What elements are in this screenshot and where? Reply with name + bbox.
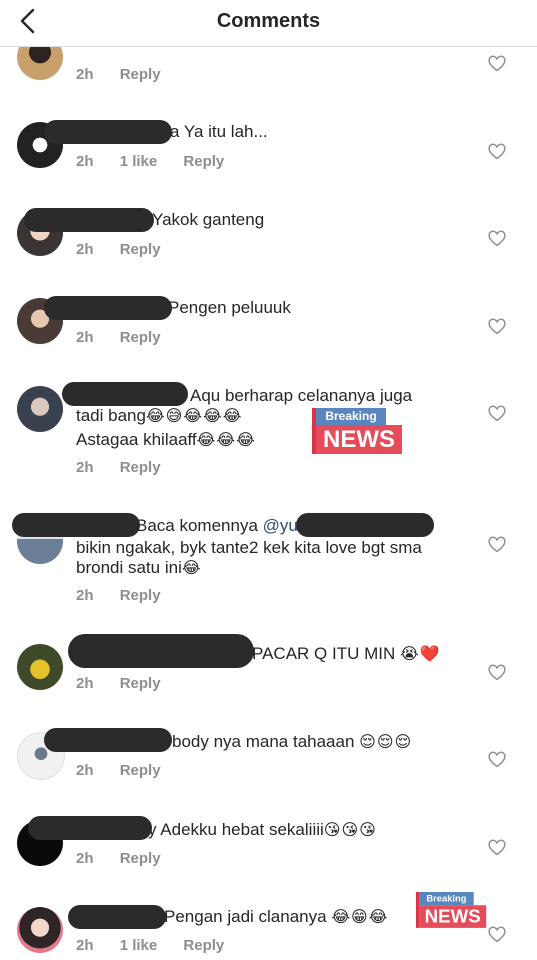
redacted-username [44, 728, 172, 752]
emoji-icons: 😂😂😂 [196, 432, 256, 449]
redacted-username [62, 382, 188, 406]
comment-time: 2h [76, 762, 94, 779]
heart-icon[interactable] [487, 54, 507, 72]
comment-time: 2h [76, 459, 94, 476]
comment-line: bikin ngakak, byk tante2 kek kita love b… [76, 538, 422, 557]
reply-button[interactable]: Reply [120, 587, 161, 604]
comment-time: 2h [76, 153, 94, 170]
comment-line: Aqu berharap celananya juga [190, 386, 413, 405]
breaking-news-sticker: Breaking NEWS [416, 892, 487, 928]
comment-text: Yakok ganteng [152, 210, 265, 229]
reply-button[interactable]: Reply [120, 762, 161, 779]
like-count[interactable]: 1 like [120, 153, 158, 170]
redacted-mention [296, 513, 434, 537]
comment-text: a Ya itu lah... [170, 122, 268, 141]
reply-button[interactable]: Reply [120, 850, 161, 867]
reply-button[interactable]: Reply [120, 459, 161, 476]
reply-button[interactable]: Reply [120, 241, 161, 258]
comment-line: Baca komennya [136, 516, 263, 535]
heart-icon[interactable] [487, 535, 507, 553]
heart-icon[interactable] [487, 142, 507, 160]
redacted-username [44, 120, 172, 144]
emoji-icons: 😌😌😌 [359, 734, 413, 751]
reply-button[interactable]: Reply [120, 675, 161, 692]
heart-icon[interactable] [487, 229, 507, 247]
redacted-username [44, 296, 172, 320]
comment-time: 2h [76, 241, 94, 258]
reply-button[interactable]: Reply [183, 937, 224, 954]
comment-text: Pengen peluuuk [168, 298, 291, 317]
mention-link[interactable]: @yu [263, 516, 298, 535]
comment-time: 2h [76, 66, 94, 83]
comment-text: body nya mana tahaaan [172, 732, 355, 751]
comment-time: 2h [76, 675, 94, 692]
comment-text: Pengan jadi clananya [164, 907, 327, 926]
heart-icon[interactable] [487, 838, 507, 856]
comment-line: brondi satu ini [76, 558, 182, 577]
header-bar: Comments [0, 0, 537, 47]
redacted-username [68, 905, 166, 929]
reply-button[interactable]: Reply [120, 329, 161, 346]
redacted-username [68, 634, 254, 668]
heart-icon[interactable] [487, 404, 507, 422]
heart-icon[interactable] [487, 663, 507, 681]
avatar[interactable] [17, 907, 63, 953]
comment-line: tadi bang [76, 406, 146, 425]
comment-text: PACAR Q ITU MIN [252, 644, 396, 663]
comment-time: 2h [76, 850, 94, 867]
emoji-icons: 😂😅😂😂😂 [145, 408, 243, 425]
comment-time: 2h [76, 587, 94, 604]
emoji-icons: 😘😘😘 [323, 822, 377, 839]
heart-icon[interactable] [487, 750, 507, 768]
avatar[interactable] [17, 644, 63, 690]
emoji-icons: 😭❤️ [399, 646, 441, 663]
page-title: Comments [216, 10, 321, 32]
breaking-news-sticker: Breaking NEWS [312, 408, 402, 454]
heart-icon[interactable] [487, 317, 507, 335]
avatar[interactable] [17, 386, 63, 432]
reply-button[interactable]: Reply [183, 153, 224, 170]
comment-line: Astagaa khilaaff [76, 430, 197, 449]
redacted-username [28, 816, 152, 840]
emoji-icons: 😂😁😂 [331, 909, 389, 926]
redacted-username [24, 208, 154, 232]
reply-button[interactable]: Reply [120, 66, 161, 83]
heart-icon[interactable] [487, 925, 507, 943]
emoji-icons: 😂 [181, 560, 202, 577]
comment-time: 2h [76, 329, 94, 346]
like-count[interactable]: 1 like [120, 937, 158, 954]
comment-text: y Adekku hebat sekaliiii [148, 820, 324, 839]
comment-time: 2h [76, 937, 94, 954]
redacted-username [12, 513, 140, 537]
